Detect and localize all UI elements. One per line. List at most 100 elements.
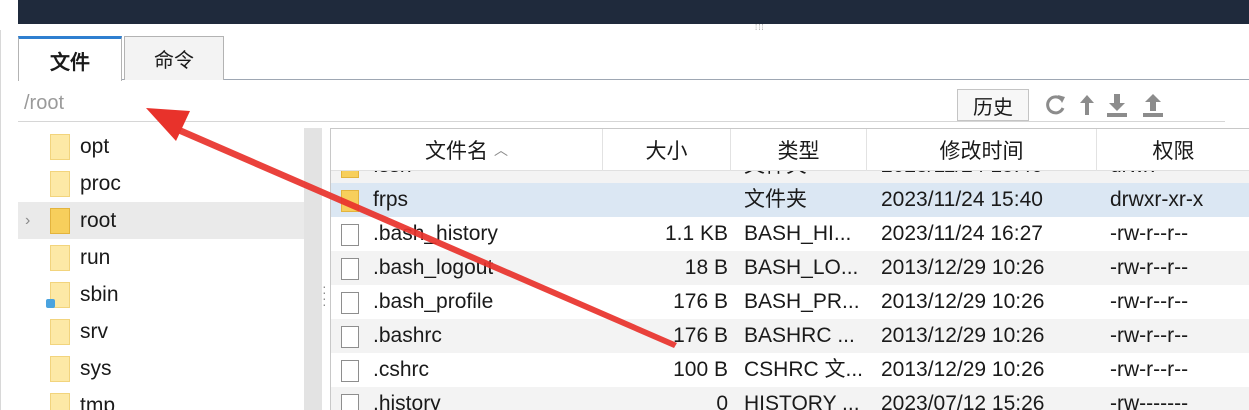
file-type: BASH_PR... [744, 290, 860, 313]
file-size: 176 B [673, 290, 728, 313]
file-modified: 2023/11/24 15:40 [881, 188, 1043, 211]
download-icon[interactable] [1104, 91, 1130, 119]
tree-item-label: tmp [80, 393, 116, 410]
tree-item-label: sys [80, 356, 112, 380]
folder-icon [341, 171, 359, 178]
file-permissions: -rw------- [1110, 392, 1189, 410]
file-type: BASH_HI... [744, 222, 852, 245]
file-name: .cshrc [373, 358, 430, 381]
file-name: .ssh [373, 171, 603, 183]
refresh-icon[interactable] [1042, 91, 1068, 119]
table-row[interactable]: .bash_profile 176 B BASH_PR... 2013/12/2… [331, 285, 1249, 319]
tree-scrollbar[interactable] [304, 128, 322, 410]
tree-item-root[interactable]: › root [18, 202, 304, 239]
file-modified: 2023/11/24 16:27 [881, 222, 1043, 245]
tree-item-sys[interactable]: sys [18, 350, 304, 387]
file-permissions: drwxr-xr-x [1110, 188, 1204, 211]
file-icon [341, 394, 359, 410]
file-list: 文件名 ︿ 大小 类型 修改时间 权限 .ssh 文件夹 2023/11/24 … [330, 128, 1249, 410]
file-name: .bash_logout [373, 256, 494, 279]
history-button[interactable]: 历史 [957, 89, 1029, 121]
file-icon [341, 258, 359, 280]
symlink-icon [46, 299, 55, 308]
folder-icon [341, 190, 359, 212]
up-arrow-icon[interactable] [1074, 91, 1100, 119]
panel-border [0, 30, 1, 410]
pane-splitter[interactable]: · · · · [322, 279, 330, 311]
file-size [605, 183, 728, 217]
file-size [605, 171, 728, 183]
file-modified: 2023/07/12 15:26 [881, 392, 1045, 410]
folder-icon [50, 392, 70, 410]
column-modified[interactable]: 修改时间 [867, 129, 1097, 171]
table-row[interactable]: .bash_logout 18 B BASH_LO... 2013/12/29 … [331, 251, 1249, 285]
file-name: .bash_history [373, 222, 498, 245]
file-modified: 2023/11/24 15:40 [881, 171, 1096, 183]
file-permissions: -rw-r--r-- [1110, 256, 1189, 279]
tree-item-opt[interactable]: opt [18, 128, 304, 165]
column-size[interactable]: 大小 [603, 129, 731, 171]
tab-files[interactable]: 文件 [18, 36, 122, 81]
file-icon [341, 292, 359, 314]
chevron-right-icon[interactable]: › [25, 212, 30, 230]
tree-item-tmp[interactable]: tmp [18, 387, 304, 410]
tree-item-sbin[interactable]: sbin [18, 276, 304, 313]
folder-icon [50, 318, 70, 345]
tree-item-label: proc [80, 171, 121, 195]
window-top-strip [18, 0, 1249, 24]
file-permissions: drwx------ [1110, 171, 1245, 183]
file-list-header: 文件名 ︿ 大小 类型 修改时间 权限 [331, 129, 1249, 171]
file-type: CSHRC 文... [744, 358, 864, 381]
folder-icon [50, 244, 70, 271]
upload-icon[interactable] [1140, 91, 1166, 119]
tree-item-label: srv [80, 319, 108, 343]
folder-icon [50, 207, 70, 234]
tab-commands[interactable]: 命令 [124, 36, 224, 80]
folder-icon [50, 355, 70, 382]
table-row[interactable]: frps 文件夹 2023/11/24 15:40 drwxr-xr-x [331, 183, 1249, 217]
tree-item-run[interactable]: run [18, 239, 304, 276]
column-name[interactable]: 文件名 ︿ [331, 129, 603, 171]
file-size: 100 B [673, 358, 728, 381]
file-name: .bash_profile [373, 290, 494, 313]
tree-item-proc[interactable]: proc [18, 165, 304, 202]
table-row[interactable]: .ssh 文件夹 2023/11/24 15:40 drwx------ [331, 171, 1249, 183]
file-modified: 2013/12/29 10:26 [881, 290, 1045, 313]
file-name: frps [373, 188, 409, 211]
file-permissions: -rw-r--r-- [1110, 358, 1189, 381]
file-rows: .ssh 文件夹 2023/11/24 15:40 drwx------ frp… [331, 171, 1249, 410]
tree-item-label: run [80, 245, 111, 269]
tree-item-srv[interactable]: srv [18, 313, 304, 350]
file-type: HISTORY ... [744, 392, 860, 410]
file-permissions: -rw-r--r-- [1110, 290, 1189, 313]
resize-grip[interactable]: ⁞⁞⁞ [755, 24, 777, 32]
table-row[interactable]: .bash_history 1.1 KB BASH_HI... 2023/11/… [331, 217, 1249, 251]
file-permissions: -rw-r--r-- [1110, 324, 1189, 347]
file-type: 文件夹 [744, 171, 869, 183]
sort-ascending-icon: ︿ [494, 142, 508, 158]
file-icon [341, 326, 359, 348]
column-name-label: 文件名 [425, 140, 488, 163]
table-row[interactable]: .bashrc 176 B BASHRC ... 2013/12/29 10:2… [331, 319, 1249, 353]
table-row[interactable]: .cshrc 100 B CSHRC 文... 2013/12/29 10:26… [331, 353, 1249, 387]
tree-item-label: root [80, 208, 117, 232]
folder-icon [50, 170, 70, 197]
path-input-value: /root [24, 92, 65, 114]
table-row[interactable]: .history 0 HISTORY ... 2023/07/12 15:26 … [331, 387, 1249, 410]
file-type: BASHRC ... [744, 324, 855, 347]
file-permissions: -rw-r--r-- [1110, 222, 1189, 245]
file-modified: 2013/12/29 10:26 [881, 358, 1045, 381]
file-modified: 2013/12/29 10:26 [881, 256, 1045, 279]
column-type[interactable]: 类型 [731, 129, 867, 171]
file-size: 1.1 KB [664, 222, 728, 245]
file-type: 文件夹 [744, 188, 807, 211]
tab-bar: 文件 命令 [18, 34, 1249, 81]
file-modified: 2013/12/29 10:26 [881, 324, 1045, 347]
folder-icon [50, 133, 70, 160]
tree-item-label: opt [80, 134, 110, 158]
file-name: .bashrc [373, 324, 442, 347]
column-permissions[interactable]: 权限 [1097, 129, 1249, 171]
tree-item-label: sbin [80, 282, 119, 306]
file-size: 176 B [673, 324, 728, 347]
file-icon [341, 224, 359, 246]
